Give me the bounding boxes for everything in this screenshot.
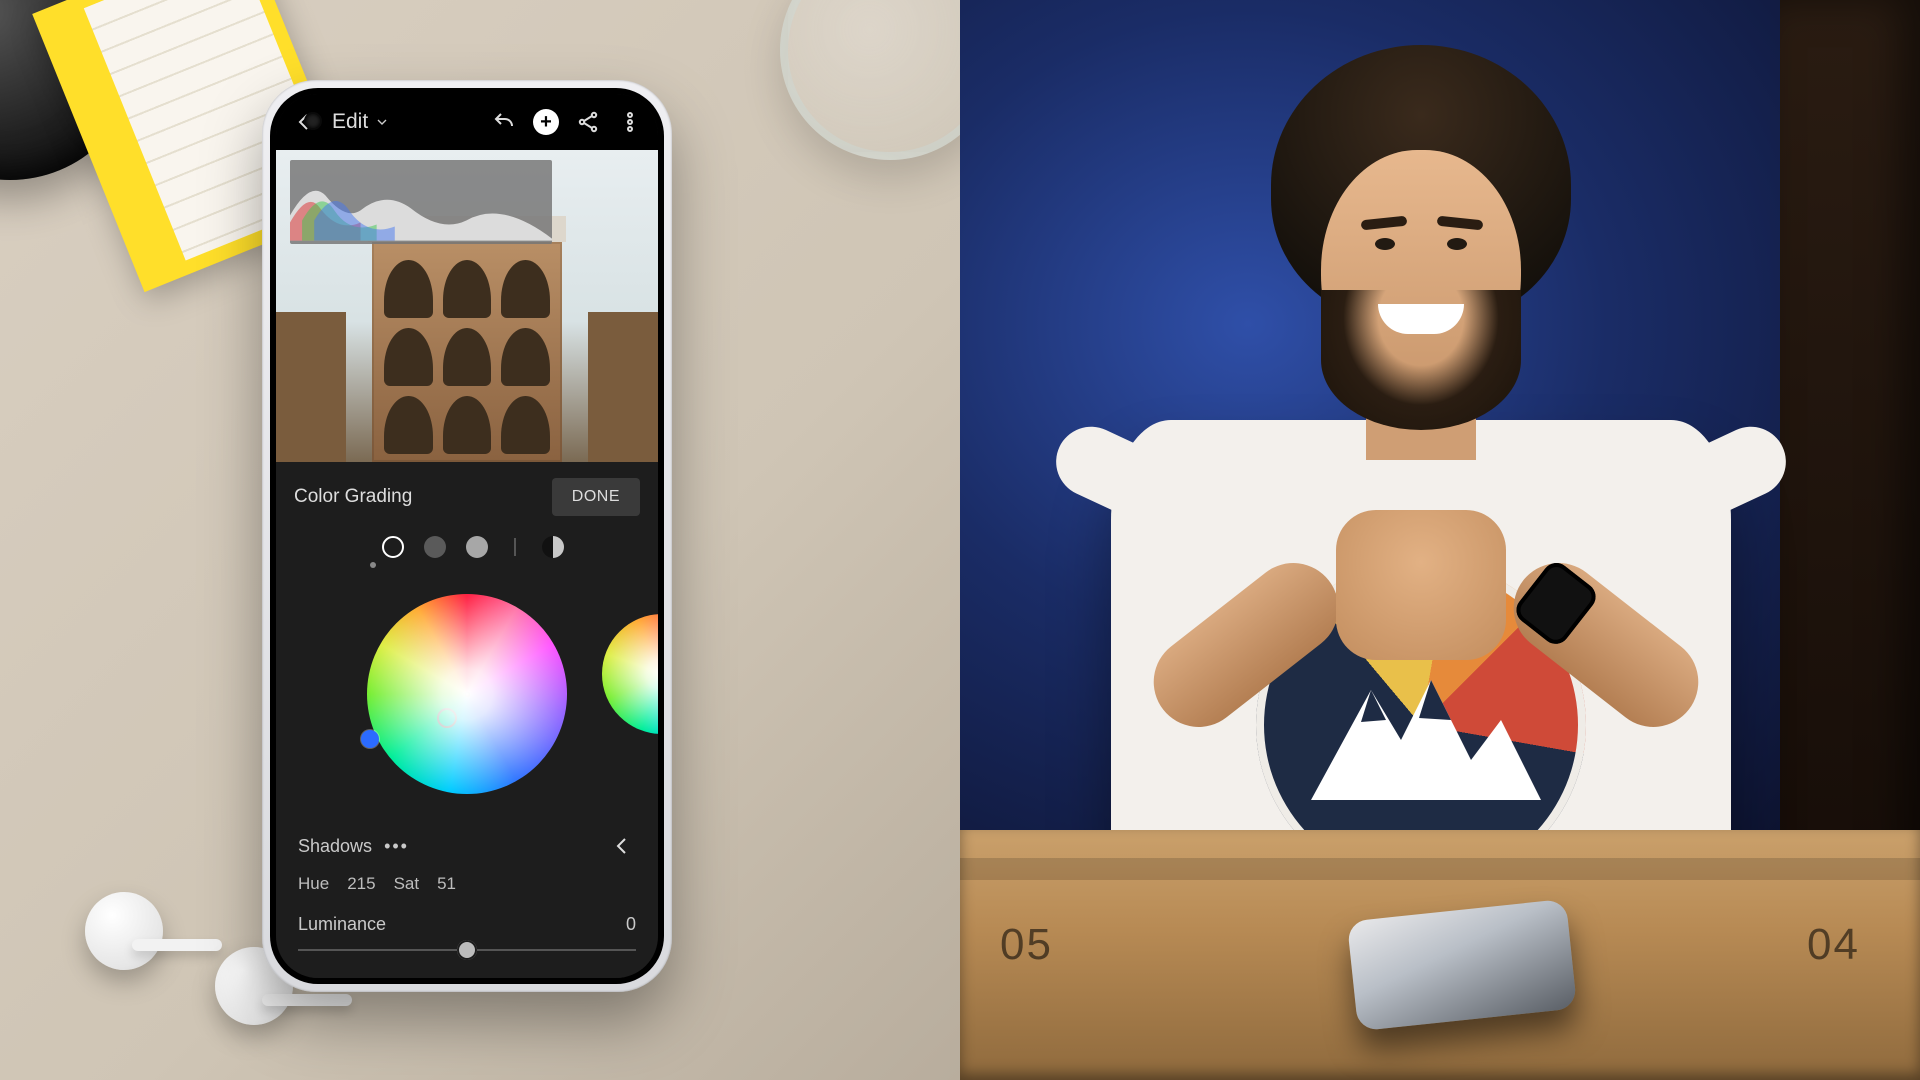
hue-sat-readout: Hue 215 Sat 51 bbox=[276, 870, 658, 904]
range-highlights[interactable] bbox=[466, 536, 488, 558]
photo-preview[interactable] bbox=[276, 150, 658, 462]
luminance-value: 0 bbox=[626, 914, 636, 935]
sat-label: Sat bbox=[394, 874, 420, 894]
presenter-hands bbox=[1336, 510, 1506, 660]
color-grading-panel: Color Grading DONE bbox=[276, 462, 658, 978]
luminance-slider[interactable] bbox=[298, 941, 636, 959]
punch-hole-camera bbox=[306, 114, 320, 128]
slider-knob[interactable] bbox=[457, 940, 477, 960]
wheel-picker-handle[interactable] bbox=[437, 708, 457, 728]
undo-icon[interactable] bbox=[490, 108, 518, 136]
tonal-range-selector bbox=[276, 532, 658, 566]
sat-value: 51 bbox=[437, 874, 456, 894]
eye-icon bbox=[1375, 238, 1395, 250]
screen-title-text: Edit bbox=[332, 110, 368, 134]
desk-number-right: 04 bbox=[1807, 920, 1860, 970]
presenter-figure bbox=[1051, 40, 1791, 940]
desk-phone-prop bbox=[1347, 899, 1577, 1031]
range-shadows[interactable] bbox=[382, 536, 404, 558]
luminance-label: Luminance bbox=[298, 914, 386, 935]
share-icon[interactable] bbox=[574, 108, 602, 136]
wood-desk: 05 04 bbox=[960, 830, 1920, 1080]
screen-title[interactable]: Edit bbox=[332, 110, 390, 134]
app-bar: Edit + bbox=[276, 94, 658, 150]
phone-screen: Edit + bbox=[276, 94, 658, 978]
earbud-prop bbox=[85, 892, 163, 970]
luminance-row: Luminance 0 bbox=[276, 904, 658, 937]
section-label: Shadows bbox=[298, 836, 372, 857]
wheel-hue-handle[interactable] bbox=[361, 730, 379, 748]
chevron-down-icon bbox=[374, 114, 390, 130]
panel-title: Color Grading bbox=[294, 486, 412, 508]
color-wheel-area bbox=[276, 566, 658, 822]
histogram-overlay[interactable] bbox=[290, 160, 552, 244]
desk-number-left: 05 bbox=[1000, 920, 1053, 970]
more-icon[interactable] bbox=[616, 108, 644, 136]
more-dots-icon[interactable]: ••• bbox=[384, 836, 409, 857]
next-wheel-peek[interactable] bbox=[602, 614, 658, 734]
right-scene: 05 04 bbox=[960, 0, 1920, 1080]
desk-stripe bbox=[960, 858, 1920, 880]
add-icon[interactable]: + bbox=[532, 108, 560, 136]
shirt-mountain-icon bbox=[1301, 650, 1541, 800]
chevron-left-icon[interactable] bbox=[608, 832, 636, 860]
hue-label: Hue bbox=[298, 874, 329, 894]
hue-value: 215 bbox=[347, 874, 375, 894]
wheel-center-icon bbox=[465, 692, 470, 697]
bg-building bbox=[588, 312, 658, 462]
section-row[interactable]: Shadows ••• bbox=[276, 822, 658, 870]
panel-header: Color Grading DONE bbox=[276, 462, 658, 532]
eye-icon bbox=[1447, 238, 1467, 250]
subject-building bbox=[372, 242, 562, 462]
range-separator bbox=[514, 538, 516, 556]
left-scene: Edit + bbox=[0, 0, 960, 1080]
color-wheel[interactable] bbox=[367, 594, 567, 794]
bg-building bbox=[276, 312, 346, 462]
done-button[interactable]: DONE bbox=[552, 478, 640, 516]
range-midtones[interactable] bbox=[424, 536, 446, 558]
range-global[interactable] bbox=[542, 536, 564, 558]
phone-device: Edit + bbox=[262, 80, 672, 992]
